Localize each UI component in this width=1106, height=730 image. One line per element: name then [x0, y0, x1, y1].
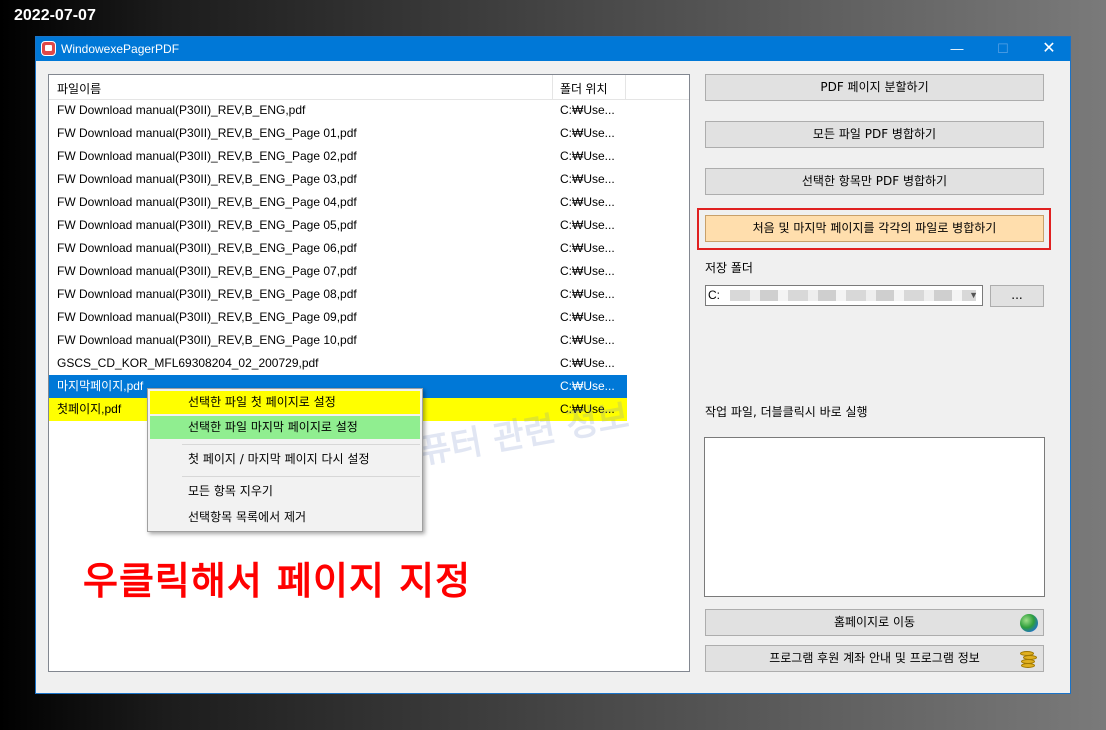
- file-row[interactable]: FW Download manual(P30II)_REV,B_ENG,pdf C…: [49, 99, 627, 122]
- file-name: FW Download manual(P30II)_REV,B_ENG_Page…: [57, 126, 357, 140]
- file-name: FW Download manual(P30II)_REV,B_ENG,pdf: [57, 103, 306, 117]
- file-row[interactable]: GSCS_CD_KOR_MFL69308204_02_200729,pdf C:₩…: [49, 352, 627, 375]
- file-row[interactable]: FW Download manual(P30II)_REV,B_ENG_Page…: [49, 283, 627, 306]
- file-name: FW Download manual(P30II)_REV,B_ENG_Page…: [57, 241, 357, 255]
- file-row[interactable]: FW Download manual(P30II)_REV,B_ENG_Page…: [49, 306, 627, 329]
- save-folder-value: C:: [708, 288, 720, 302]
- annotation-caption: 우클릭해서 페이지 지정: [83, 559, 472, 603]
- file-folder: C:₩Use...: [560, 195, 615, 209]
- donate-info-button[interactable]: 프로그램 후원 계좌 안내 및 프로그램 정보: [705, 645, 1044, 672]
- column-header-folder[interactable]: 폴더 위치: [560, 80, 608, 97]
- column-header-name[interactable]: 파일이름: [57, 80, 101, 97]
- merge-first-last-button[interactable]: 처음 및 마지막 페이지를 각각의 파일로 병합하기: [705, 215, 1044, 242]
- file-row[interactable]: FW Download manual(P30II)_REV,B_ENG_Page…: [49, 191, 627, 214]
- menu-item-remove-selected[interactable]: 선택항목 목록에서 제거: [150, 506, 420, 529]
- merge-all-button[interactable]: 모든 파일 PDF 병합하기: [705, 121, 1044, 148]
- window-title: WindowexePagerPDF: [61, 42, 180, 56]
- file-name: FW Download manual(P30II)_REV,B_ENG_Page…: [57, 310, 357, 324]
- file-folder: C:₩Use...: [560, 356, 615, 370]
- file-row[interactable]: FW Download manual(P30II)_REV,B_ENG_Page…: [49, 145, 627, 168]
- menu-separator: [182, 444, 420, 445]
- file-name: FW Download manual(P30II)_REV,B_ENG_Page…: [57, 195, 357, 209]
- work-files-label: 작업 파일, 더블클릭시 바로 실행: [705, 405, 868, 419]
- file-row[interactable]: FW Download manual(P30II)_REV,B_ENG_Page…: [49, 329, 627, 352]
- file-folder: C:₩Use...: [560, 310, 615, 324]
- file-list[interactable]: 파일이름 폴더 위치 FW Download manual(P30II)_REV…: [48, 74, 690, 672]
- file-name: 첫페이지,pdf: [57, 402, 122, 416]
- menu-item-clear-all[interactable]: 모든 항목 지우기: [150, 480, 420, 503]
- app-window: WindowexePagerPDF — ☐ ✕ 파일이름 폴더 위치 FW Do…: [35, 36, 1071, 694]
- redacted-path: [730, 290, 976, 301]
- file-row[interactable]: FW Download manual(P30II)_REV,B_ENG_Page…: [49, 260, 627, 283]
- work-files-list[interactable]: [704, 437, 1045, 597]
- file-row[interactable]: FW Download manual(P30II)_REV,B_ENG_Page…: [49, 168, 627, 191]
- file-folder: C:₩Use...: [560, 172, 615, 186]
- file-rows: FW Download manual(P30II)_REV,B_ENG,pdf C…: [49, 99, 689, 421]
- file-name: GSCS_CD_KOR_MFL69308204_02_200729,pdf: [57, 356, 319, 370]
- app-icon: [41, 41, 56, 56]
- homepage-label: 홈페이지로 이동: [833, 615, 916, 629]
- context-menu: 선택한 파일 첫 페이지로 설정 선택한 파일 마지막 페이지로 설정 첫 페이…: [147, 388, 423, 532]
- file-folder: C:₩Use...: [560, 241, 615, 255]
- save-folder-input[interactable]: C: ▼: [705, 285, 983, 306]
- list-header: 파일이름 폴더 위치: [49, 75, 689, 100]
- file-name: 마지막페이지,pdf: [57, 379, 144, 393]
- minimize-button[interactable]: —: [934, 37, 980, 61]
- file-folder: C:₩Use...: [560, 149, 615, 163]
- file-name: FW Download manual(P30II)_REV,B_ENG_Page…: [57, 333, 357, 347]
- close-button[interactable]: ✕: [1026, 37, 1072, 61]
- globe-icon: [1020, 614, 1038, 632]
- column-divider[interactable]: [552, 75, 553, 99]
- file-folder: C:₩Use...: [560, 126, 615, 140]
- file-folder: C:₩Use...: [560, 333, 615, 347]
- date-stamp: 2022-07-07: [14, 7, 96, 24]
- maximize-button[interactable]: ☐: [980, 37, 1026, 61]
- split-pdf-button[interactable]: PDF 페이지 분할하기: [705, 74, 1044, 101]
- menu-separator: [182, 476, 420, 477]
- file-folder: C:₩Use...: [560, 103, 615, 117]
- merge-selected-button[interactable]: 선택한 항목만 PDF 병합하기: [705, 168, 1044, 195]
- file-name: FW Download manual(P30II)_REV,B_ENG_Page…: [57, 149, 357, 163]
- file-row[interactable]: FW Download manual(P30II)_REV,B_ENG_Page…: [49, 237, 627, 260]
- homepage-button[interactable]: 홈페이지로 이동: [705, 609, 1044, 636]
- file-folder: C:₩Use...: [560, 218, 615, 232]
- file-row[interactable]: FW Download manual(P30II)_REV,B_ENG_Page…: [49, 214, 627, 237]
- coins-icon: [1018, 649, 1038, 669]
- save-folder-label: 저장 폴더: [705, 261, 753, 275]
- file-name: FW Download manual(P30II)_REV,B_ENG_Page…: [57, 264, 357, 278]
- file-name: FW Download manual(P30II)_REV,B_ENG_Page…: [57, 218, 357, 232]
- file-name: FW Download manual(P30II)_REV,B_ENG_Page…: [57, 287, 357, 301]
- column-divider[interactable]: [625, 75, 626, 99]
- menu-item-set-first-page[interactable]: 선택한 파일 첫 페이지로 설정: [150, 391, 420, 414]
- menu-item-set-last-page[interactable]: 선택한 파일 마지막 페이지로 설정: [150, 416, 420, 439]
- browse-folder-button[interactable]: ...: [990, 285, 1044, 307]
- file-row[interactable]: FW Download manual(P30II)_REV,B_ENG_Page…: [49, 122, 627, 145]
- file-folder: C:₩Use...: [560, 264, 615, 278]
- title-bar: WindowexePagerPDF — ☐ ✕: [36, 37, 1070, 61]
- chevron-down-icon: ▼: [969, 290, 978, 300]
- file-name: FW Download manual(P30II)_REV,B_ENG_Page…: [57, 172, 357, 186]
- menu-item-reset-pages[interactable]: 첫 페이지 / 마지막 페이지 다시 설정: [150, 448, 420, 471]
- file-folder: C:₩Use...: [560, 287, 615, 301]
- donate-label: 프로그램 후원 계좌 안내 및 프로그램 정보: [769, 651, 980, 665]
